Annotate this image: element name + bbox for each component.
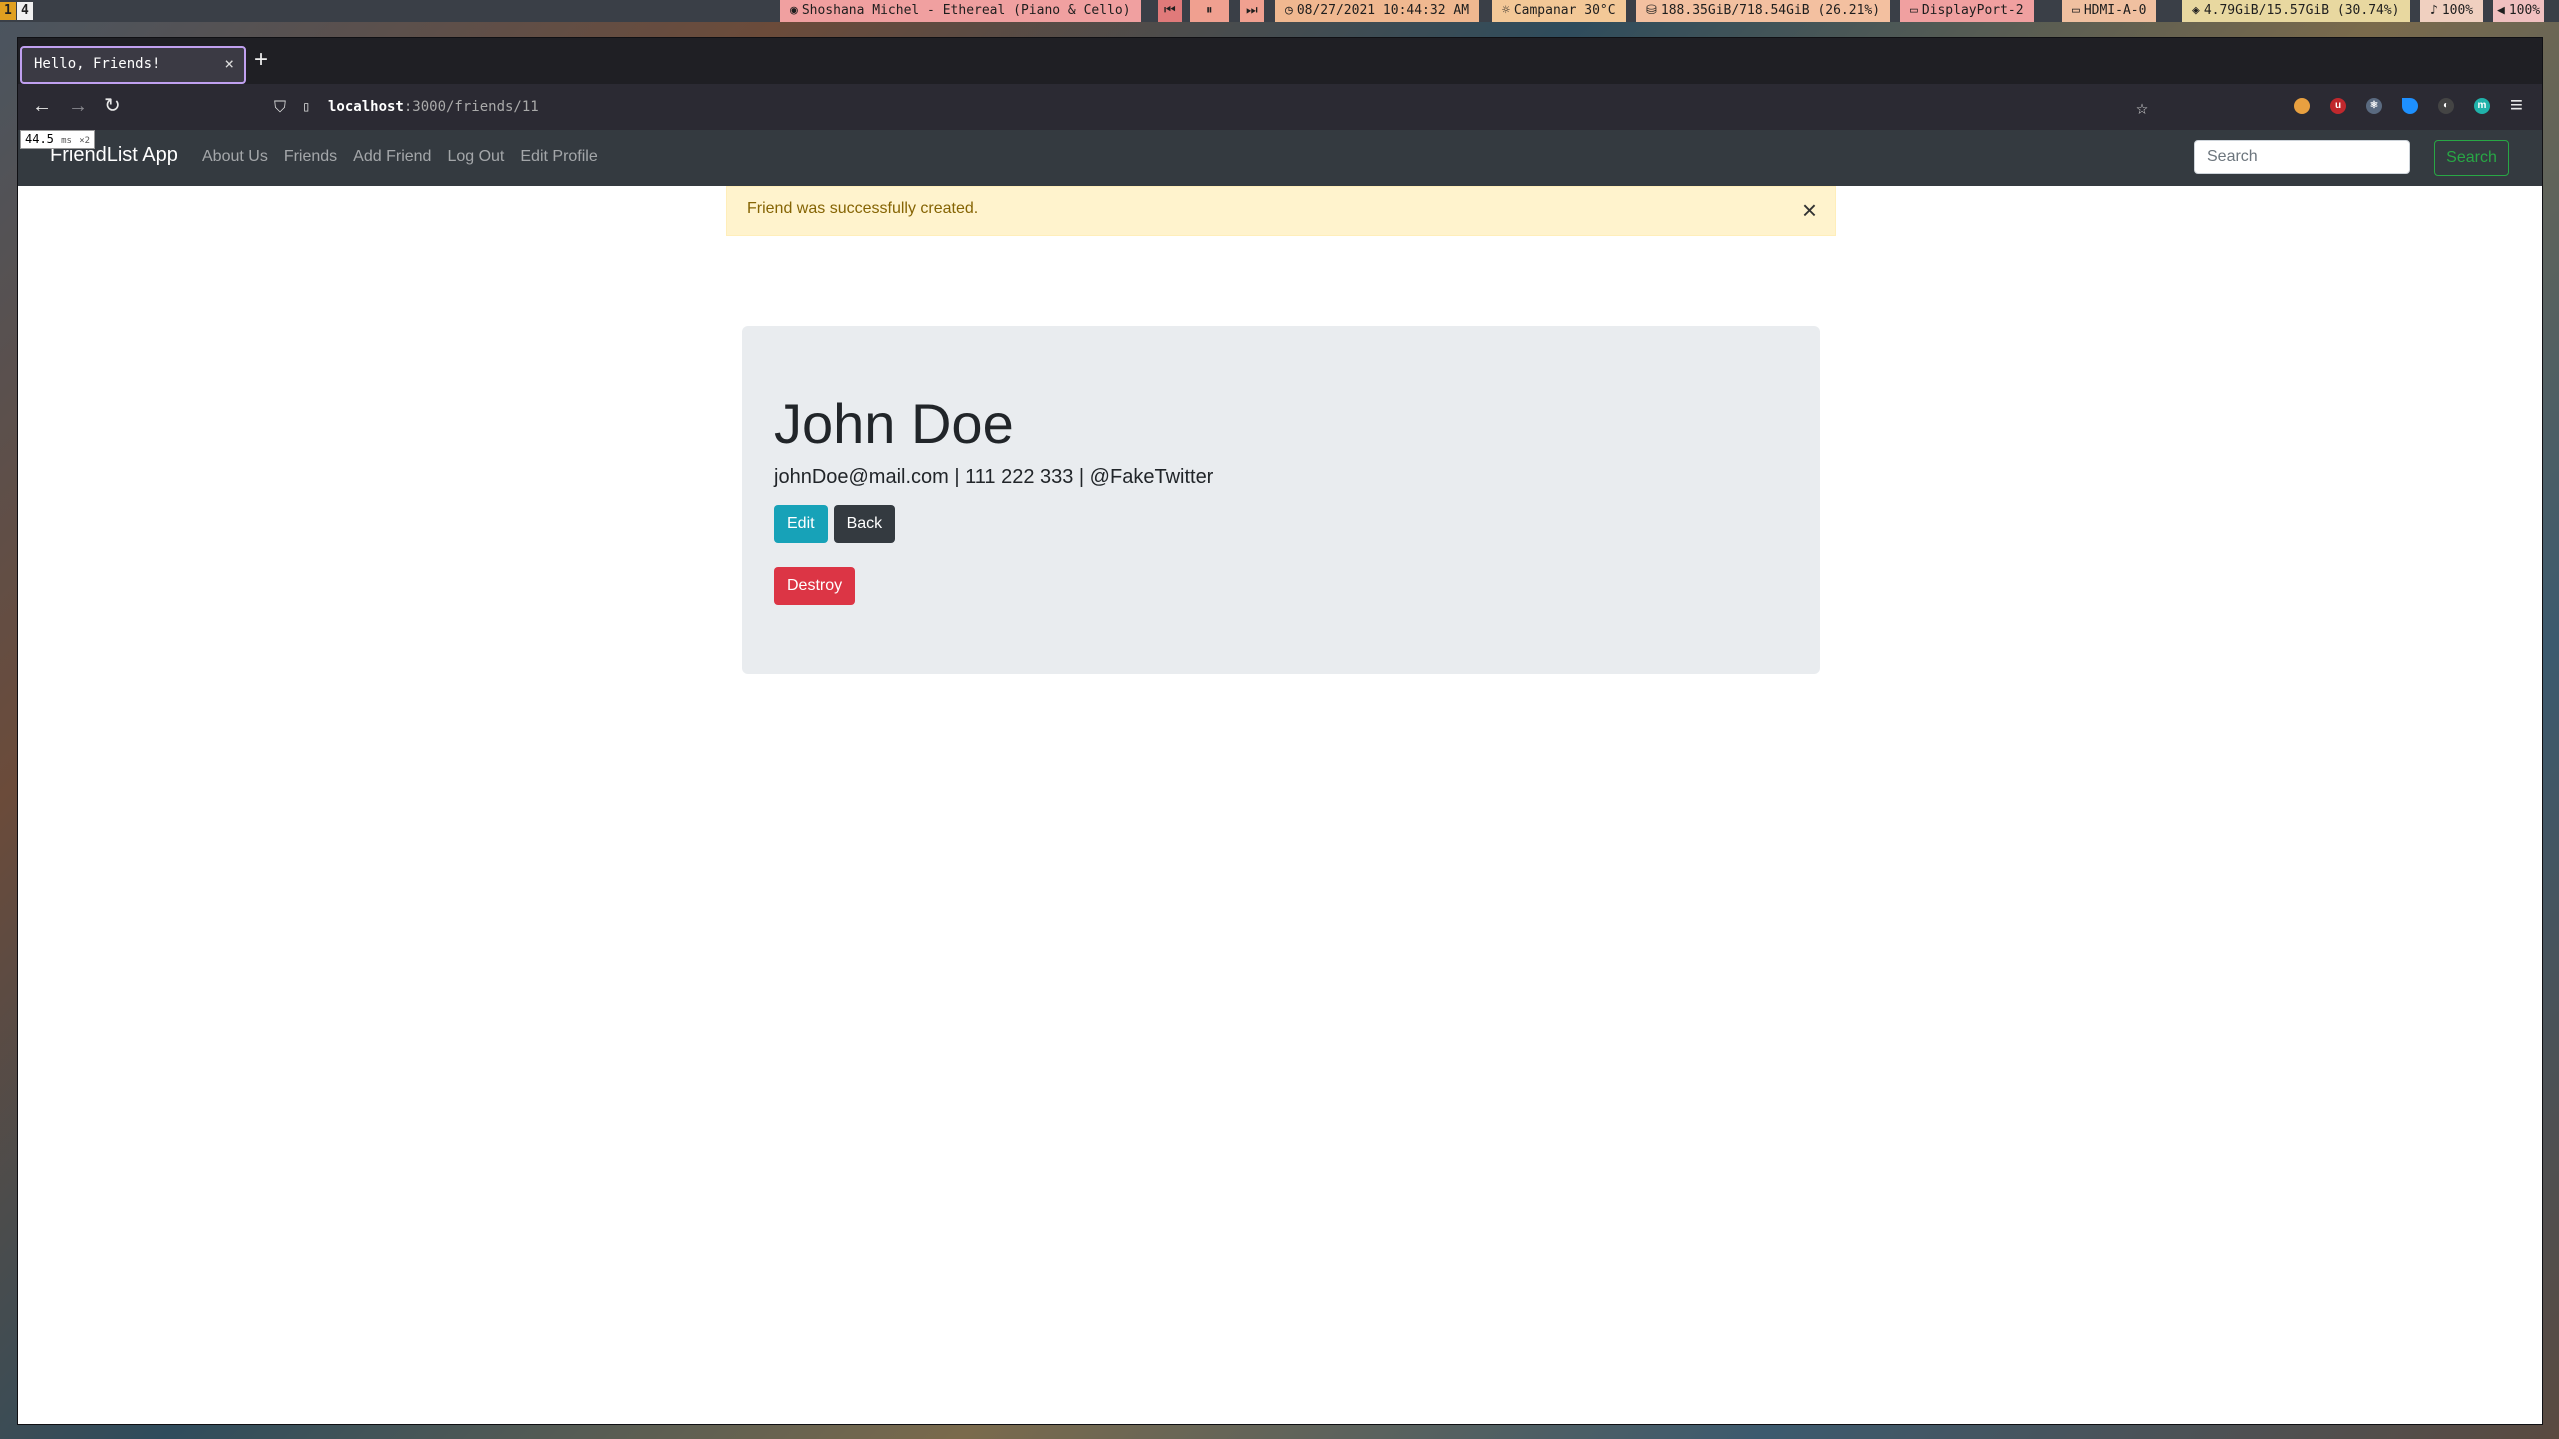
memory-status: ◈ 4.79GiB/15.57GiB (30.74%) xyxy=(2182,0,2410,22)
forward-arrow-icon[interactable]: → xyxy=(68,94,88,118)
page-viewport: FriendList App About Us Friends Add Frie… xyxy=(18,130,2542,1424)
volume-status: ◀ 100% xyxy=(2493,0,2545,22)
music-status[interactable]: ◉ Shoshana Michel - Ethereal (Piano & Cel… xyxy=(780,0,1141,22)
reload-icon[interactable]: ↻ xyxy=(104,94,121,118)
nav-edit-profile[interactable]: Edit Profile xyxy=(520,148,597,166)
workspace-4[interactable]: 4 xyxy=(17,2,33,20)
extension-icon-5[interactable]: ◐ xyxy=(2438,98,2454,114)
nav-about-us[interactable]: About Us xyxy=(202,148,268,166)
tab-hello-friends[interactable]: Hello, Friends! × xyxy=(20,46,246,84)
pause-icon: ⏸ xyxy=(1206,3,1213,18)
weather-status: ☼ Campanar 30°C xyxy=(1492,0,1626,22)
browser-window: Hello, Friends! × + ← → ↻ ⛉ ▯ localhost:… xyxy=(17,37,2543,1425)
pause-button[interactable]: ⏸ xyxy=(1190,0,1229,22)
success-alert: Friend was successfully created. × xyxy=(726,186,1836,236)
nav-friends[interactable]: Friends xyxy=(284,148,337,166)
action-buttons: Edit Back xyxy=(774,505,1788,543)
nav-add-friend[interactable]: Add Friend xyxy=(353,148,431,166)
weather-icon: ☼ xyxy=(1502,3,1510,18)
react-devtools-icon[interactable]: ⚛ xyxy=(2366,98,2382,114)
mic-status: ♪ 100% xyxy=(2420,0,2484,22)
page-icon: ▯ xyxy=(302,99,311,115)
new-tab-button[interactable]: + xyxy=(254,46,268,74)
search-input[interactable] xyxy=(2194,140,2410,174)
perf-overlay: 44.5 ms ×2 xyxy=(20,130,96,149)
extension-icon-4[interactable] xyxy=(2402,98,2418,114)
tab-title: Hello, Friends! xyxy=(34,56,161,72)
next-track-icon: ⏭ xyxy=(1246,3,1258,18)
friend-contact-info: johnDoe@mail.com | 111 222 333 | @FakeTw… xyxy=(774,466,1214,488)
system-status-bar: 1 4 ◉ Shoshana Michel - Ethereal (Piano &… xyxy=(0,0,2559,22)
address-bar[interactable]: ⛉ ▯ localhost:3000/friends/11 ☆ xyxy=(266,90,2186,124)
clock-status: ◷ 08/27/2021 10:44:32 AM xyxy=(1275,0,1480,22)
prev-track-icon: ⏮ xyxy=(1164,3,1176,18)
friend-card: John Doe johnDoe@mail.com | 111 222 333 … xyxy=(742,326,1820,674)
tab-strip: Hello, Friends! × + xyxy=(18,38,2542,84)
workspace-1[interactable]: 1 xyxy=(0,2,16,20)
extension-icon-1[interactable] xyxy=(2294,98,2310,114)
display-status-2: ▭ HDMI-A-0 xyxy=(2062,0,2157,22)
shield-icon: ⛉ xyxy=(274,97,287,116)
nav-links: About Us Friends Add Friend Log Out Edit… xyxy=(202,148,598,166)
memory-icon: ◈ xyxy=(2192,3,2200,18)
browser-toolbar: ← → ↻ ⛉ ▯ localhost:3000/friends/11 ☆ u … xyxy=(18,84,2542,130)
extension-icon-6[interactable]: m xyxy=(2474,98,2490,114)
edit-button[interactable]: Edit xyxy=(774,505,828,543)
app-navbar: FriendList App About Us Friends Add Frie… xyxy=(18,130,2542,186)
nav-log-out[interactable]: Log Out xyxy=(447,148,504,166)
monitor-icon: ▭ xyxy=(1910,3,1918,18)
bookmark-star-icon[interactable]: ☆ xyxy=(2136,90,2148,124)
url-text: localhost:3000/friends/11 xyxy=(328,99,539,115)
monitor-icon: ▭ xyxy=(2072,3,2080,18)
back-button[interactable]: Back xyxy=(833,505,896,543)
disk-status: ⛁ 188.35GiB/718.54GiB (26.21%) xyxy=(1636,0,1891,22)
disk-icon: ⛁ xyxy=(1646,3,1657,18)
volume-icon: ◀ xyxy=(2497,3,2505,18)
prev-track-button[interactable]: ⏮ xyxy=(1158,0,1182,22)
destroy-button[interactable]: Destroy xyxy=(774,567,856,605)
search-button[interactable]: Search xyxy=(2434,140,2509,176)
mic-icon: ♪ xyxy=(2430,3,2438,18)
next-track-button[interactable]: ⏭ xyxy=(1240,0,1264,22)
hamburger-menu-icon[interactable]: ≡ xyxy=(2510,92,2523,118)
clock-icon: ◷ xyxy=(1285,3,1293,18)
ublock-icon[interactable]: u xyxy=(2330,98,2346,114)
back-arrow-icon[interactable]: ← xyxy=(32,94,52,118)
close-tab-icon[interactable]: × xyxy=(224,54,234,73)
alert-message: Friend was successfully created. xyxy=(747,200,979,217)
friend-name: John Doe xyxy=(774,392,1014,455)
close-icon[interactable]: × xyxy=(1802,197,1817,223)
music-icon: ◉ xyxy=(790,3,798,18)
display-status-1: ▭ DisplayPort-2 xyxy=(1900,0,2034,22)
